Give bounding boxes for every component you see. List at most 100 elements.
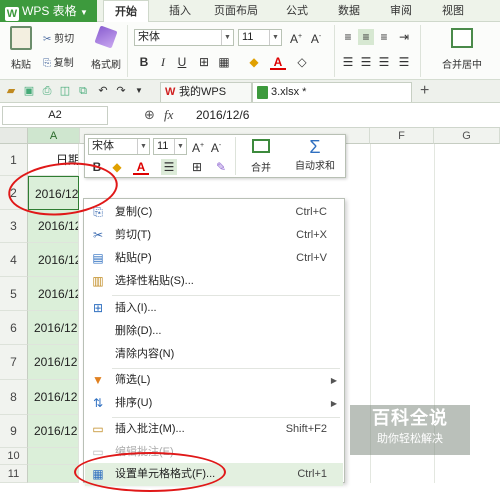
copy-button[interactable]: ⎘ 复制 [43, 54, 74, 69]
doc-tab-home[interactable]: W 我的WPS [160, 82, 252, 102]
tab-formulas[interactable]: 公式 [278, 0, 316, 22]
row-header[interactable]: 6 [0, 311, 28, 345]
row-header[interactable]: 9 [0, 415, 28, 448]
cell-a10[interactable] [28, 448, 79, 465]
document-tab-bar: ▰ ▣ ⎙ ◫ ⧉ ↶ ↷ ▼ W 我的WPS 3.xlsx * + [0, 80, 500, 103]
row-header[interactable]: 7 [0, 345, 28, 380]
row-header[interactable]: 4 [0, 243, 28, 277]
increase-font-icon[interactable]: A+ [190, 138, 206, 155]
align-center-icon[interactable]: ☰ [358, 54, 374, 70]
menu-item-clear-contents[interactable]: 清除内容(N) [85, 343, 343, 366]
mini-font-select[interactable]: 宋体 ▼ [88, 138, 150, 155]
menu-item-cut[interactable]: ✂ 剪切(T) Ctrl+X [85, 224, 343, 247]
align-center-icon[interactable]: ☰ [161, 159, 177, 175]
tab-home[interactable]: 开始 [103, 0, 149, 22]
align-top-icon[interactable]: ≡ [340, 29, 356, 45]
row-header[interactable]: 8 [0, 380, 28, 415]
cell-a4[interactable]: 2016/12 [28, 243, 79, 277]
undo-icon[interactable]: ↶ [96, 84, 110, 98]
column-header-a[interactable]: A [28, 128, 80, 144]
brush-icon[interactable]: ✎ [213, 159, 229, 175]
save-icon[interactable]: ▣ [22, 84, 36, 98]
align-bottom-icon[interactable]: ≡ [376, 29, 392, 45]
cell-a8[interactable]: 2016/12 [28, 380, 79, 415]
menu-item-insert-comment[interactable]: ▭ 插入批注(M)... Shift+F2 [85, 418, 343, 441]
bold-button[interactable]: B [136, 54, 152, 70]
zoom-icon[interactable]: ⊕ [144, 107, 155, 123]
mini-size-value: 11 [157, 140, 169, 152]
clear-format-icon[interactable]: ◇ [294, 54, 310, 70]
underline-button[interactable]: U [174, 54, 190, 70]
border-icon[interactable]: ⊞ [189, 159, 205, 175]
menu-item-filter[interactable]: ▼ 筛选(L) ▶ [85, 369, 343, 392]
increase-font-icon[interactable]: A+ [288, 29, 304, 46]
font-family-select[interactable]: 宋体 ▼ [134, 29, 234, 46]
doc-tab-active[interactable]: 3.xlsx * [252, 82, 412, 102]
merge-center-button[interactable]: 合并居中 [432, 26, 492, 76]
merge-cells-icon[interactable]: ▦ [216, 54, 232, 70]
cell-a5[interactable]: 2016/12 [28, 277, 79, 311]
chevron-down-icon: ▼ [221, 30, 233, 45]
menu-item-sort[interactable]: ⇅ 排序(U) ▶ [85, 392, 343, 415]
row-header[interactable]: 5 [0, 277, 28, 311]
name-box[interactable]: A2 [2, 106, 108, 125]
tab-view[interactable]: 视图 [434, 0, 472, 22]
font-color-icon[interactable]: A [270, 54, 286, 70]
align-left-icon[interactable]: ☰ [340, 54, 356, 70]
select-all-corner[interactable] [0, 128, 28, 144]
fill-color-icon[interactable]: ◆ [246, 54, 262, 70]
tab-page-layout[interactable]: 页面布局 [205, 0, 267, 22]
export-icon[interactable]: ⧉ [76, 84, 90, 98]
copy-icon: ⎘ [43, 58, 51, 69]
paste-button[interactable]: 粘贴 [6, 26, 36, 74]
watermark-subtitle: 助你轻松解决 [377, 433, 443, 445]
fx-icon[interactable]: fx [164, 107, 173, 123]
print-icon[interactable]: ⎙ [40, 84, 54, 98]
ribbon: 粘贴 ✂ 剪切 ⎘ 复制 格式刷 宋体 ▼ 11 ▼ A+ A- B I U ⊞ ▦… [0, 22, 500, 80]
cell-a7[interactable]: 2016/12 [28, 345, 79, 380]
mini-size-select[interactable]: 11 ▼ [153, 138, 187, 155]
app-menu-button[interactable]: W WPS 表格 ▼ [0, 0, 97, 22]
menu-item-copy[interactable]: ⎘ 复制(C) Ctrl+C [85, 201, 343, 224]
row-header[interactable]: 3 [0, 210, 28, 243]
format-painter-button[interactable]: 格式刷 [90, 25, 122, 74]
align-right-icon[interactable]: ☰ [376, 54, 392, 70]
tab-data[interactable]: 数据 [330, 0, 368, 22]
open-folder-icon[interactable]: ▰ [4, 84, 18, 98]
decrease-font-icon[interactable]: A- [208, 138, 224, 155]
column-header-g[interactable]: G [434, 128, 500, 144]
align-middle-icon[interactable]: ≡ [358, 29, 374, 45]
chevron-down-icon[interactable]: ▼ [132, 84, 146, 98]
cell-a9[interactable]: 2016/12 [28, 415, 79, 448]
mini-merge-button[interactable]: 合并 [243, 137, 279, 177]
print-preview-icon[interactable]: ◫ [58, 84, 72, 98]
font-color-icon[interactable]: A [133, 159, 149, 175]
redo-icon[interactable]: ↷ [114, 84, 128, 98]
cell-a11[interactable] [28, 465, 79, 483]
column-header-f[interactable]: F [370, 128, 434, 144]
decrease-font-icon[interactable]: A- [308, 29, 324, 46]
formula-input[interactable]: 2016/12/6 [196, 106, 249, 125]
comment-icon: ▭ [92, 422, 104, 436]
menu-item-delete[interactable]: 删除(D)... [85, 320, 343, 343]
menu-item-insert[interactable]: ⊞ 插入(I)... [85, 297, 343, 320]
row-header[interactable]: 10 [0, 448, 28, 465]
menu-item-paste[interactable]: ▤ 粘贴(P) Ctrl+V [85, 247, 343, 270]
merge-center-label: 合并居中 [442, 60, 482, 71]
border-icon[interactable]: ⊞ [196, 54, 212, 70]
cell-a6[interactable]: 2016/12 [28, 311, 79, 345]
menu-item-paste-special[interactable]: ▥ 选择性粘贴(S)... [85, 270, 343, 293]
cut-button[interactable]: ✂ 剪切 [43, 30, 74, 45]
row-header[interactable]: 11 [0, 465, 28, 483]
menu-item-label: 粘贴(P) [115, 252, 152, 264]
italic-button[interactable]: I [155, 54, 171, 70]
autosum-button[interactable]: Σ 自动求和 [287, 137, 343, 177]
justify-icon[interactable]: ☰ [396, 54, 412, 70]
new-tab-icon[interactable]: + [420, 82, 429, 100]
row-header[interactable]: 1 [0, 144, 28, 176]
filter-icon: ▼ [92, 373, 104, 387]
tab-insert[interactable]: 插入 [160, 0, 200, 22]
indent-icon[interactable]: ⇥ [396, 29, 412, 45]
font-size-select[interactable]: 11 ▼ [238, 29, 282, 46]
tab-review[interactable]: 审阅 [382, 0, 420, 22]
